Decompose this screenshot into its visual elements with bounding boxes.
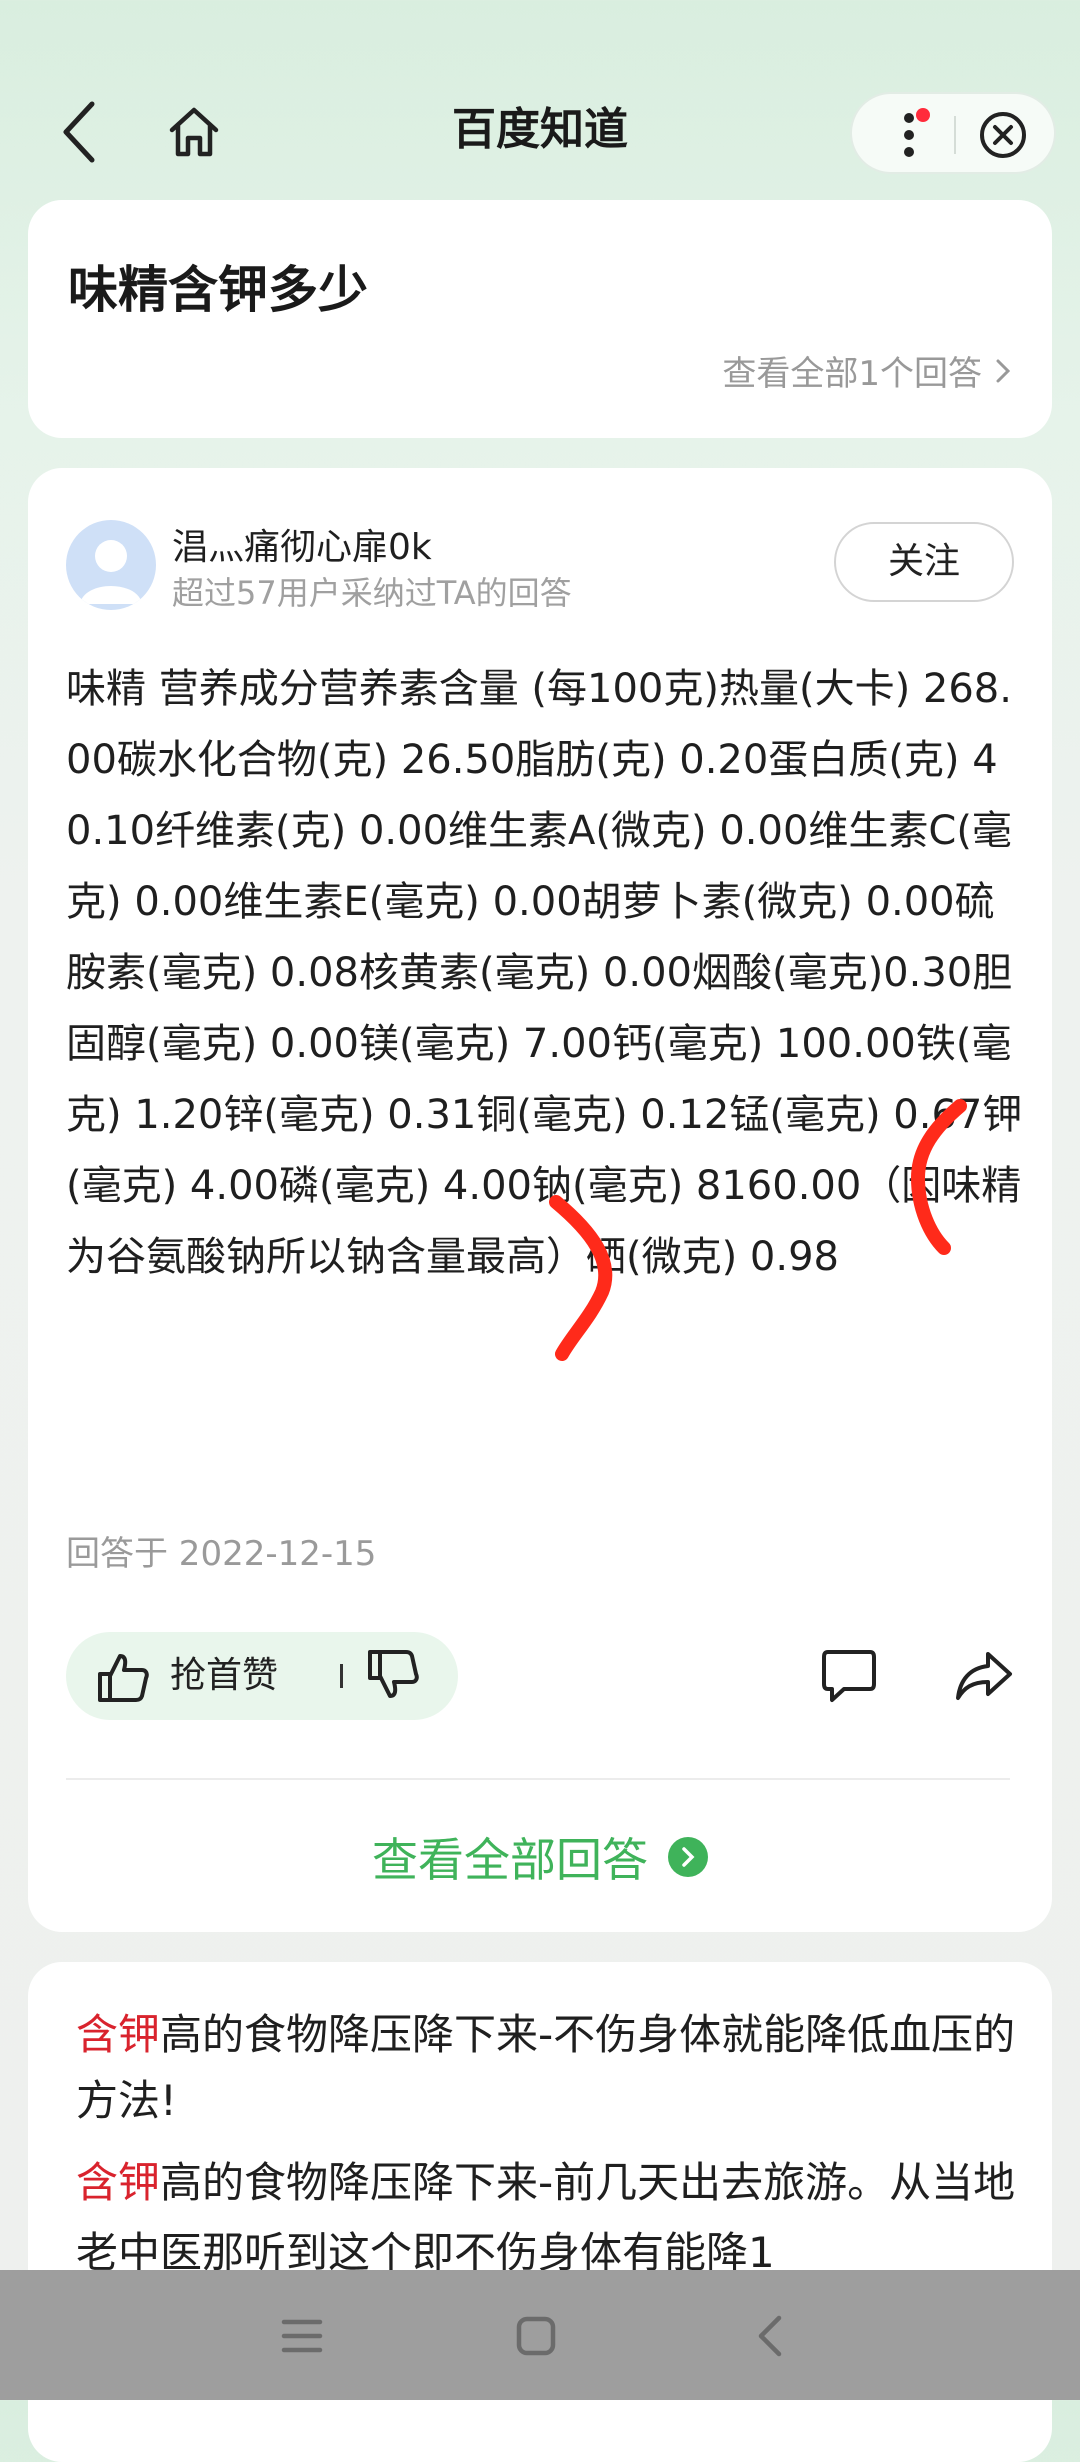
- see-all-answers-link[interactable]: 查看全部1个回答: [722, 346, 1010, 395]
- back-button[interactable]: [40, 92, 120, 172]
- chevron-right-icon: [996, 359, 1010, 382]
- like-label[interactable]: 抢首赞: [170, 1650, 278, 1702]
- vote-pill: 抢首赞: [66, 1632, 458, 1720]
- home-button[interactable]: [152, 92, 236, 172]
- ad-title-rest: 高的食物降压降下来-不伤身体就能降低血压的方法!: [76, 2010, 1016, 2125]
- capsule-divider: [954, 116, 956, 154]
- page-title: 百度知道: [452, 104, 628, 155]
- vote-separator: [340, 1664, 343, 1688]
- see-all-answers-button[interactable]: 查看全部回答: [28, 1824, 1052, 1890]
- like-button[interactable]: [96, 1650, 150, 1708]
- arrow-circle-icon: [668, 1837, 708, 1877]
- see-all-answers-label: 查看全部1个回答: [722, 354, 982, 394]
- top-bar: 百度知道: [0, 70, 1080, 190]
- share-button[interactable]: [954, 1650, 1014, 1706]
- avatar[interactable]: [66, 520, 156, 610]
- user-name[interactable]: 淐灬痛彻心扉0k: [172, 518, 432, 570]
- follow-button[interactable]: 关注: [834, 522, 1014, 602]
- answer-date: 回答于 2022-12-15: [66, 1534, 377, 1574]
- share-icon: [956, 1652, 1012, 1700]
- square-icon: [516, 2316, 556, 2356]
- default-avatar-icon: [80, 540, 142, 604]
- question-title: 味精含钾多少: [68, 261, 368, 319]
- divider: [66, 1778, 1010, 1780]
- thumb-down-icon: [368, 1650, 419, 1698]
- ad-title[interactable]: 含钾高的食物降压降下来-不伤身体就能降低血压的方法!: [76, 2002, 1016, 2134]
- close-icon: [980, 112, 1026, 158]
- answer-text: 味精 营养成分营养素含量 (每100克)热量(大卡) 268.00碳水化合物(克…: [66, 666, 1023, 1280]
- question-card: 味精含钾多少 查看全部1个回答: [28, 200, 1052, 438]
- ad-title-highlight: 含钾: [76, 2010, 161, 2059]
- menu-icon: [281, 2319, 323, 2353]
- user-stats: 超过57用户采纳过TA的回答: [172, 574, 572, 612]
- more-button[interactable]: [876, 102, 942, 168]
- mini-program-capsule: [850, 92, 1056, 174]
- back-icon: [63, 101, 95, 163]
- nav-menu-button[interactable]: [272, 2306, 332, 2366]
- system-nav-bar: [0, 2270, 1080, 2400]
- home-icon: [169, 107, 219, 157]
- comment-icon: [822, 1650, 876, 1702]
- nav-home-button[interactable]: [506, 2306, 566, 2366]
- thumb-up-icon: [98, 1654, 149, 1702]
- ad-body-rest: 高的食物降压降下来-前几天出去旅游。从当地老中医那听到这个即不伤身体有能降1: [76, 2158, 1016, 2277]
- dislike-button[interactable]: [366, 1648, 420, 1706]
- nav-back-icon: [758, 2315, 782, 2357]
- close-button[interactable]: [970, 102, 1036, 168]
- ad-body: 含钾高的食物降压降下来-前几天出去旅游。从当地老中医那听到这个即不伤身体有能降1: [76, 2148, 1036, 2288]
- ad-body-highlight: 含钾: [76, 2158, 161, 2207]
- notification-dot: [916, 108, 930, 122]
- nav-back-button[interactable]: [740, 2306, 800, 2366]
- comment-button[interactable]: [820, 1648, 878, 1708]
- answer-card: 淐灬痛彻心扉0k 超过57用户采纳过TA的回答 关注 味精 营养成分营养素含量 …: [28, 468, 1052, 1932]
- see-all-answers-button-label: 查看全部回答: [372, 1833, 648, 1887]
